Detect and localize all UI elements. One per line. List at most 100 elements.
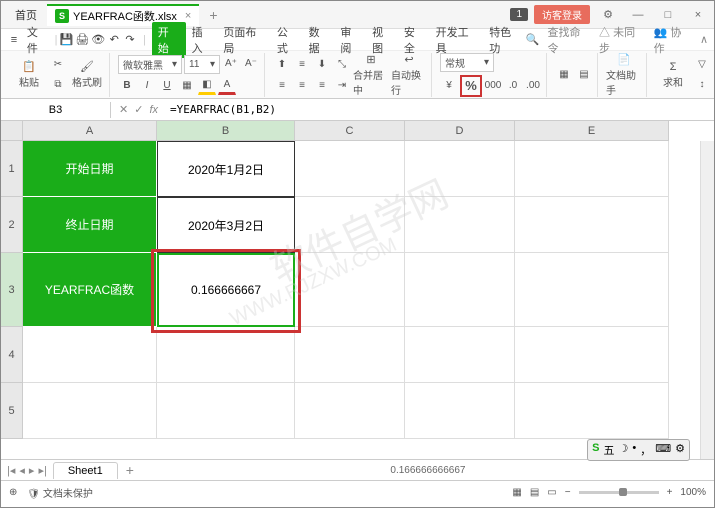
col-header-b[interactable]: B — [157, 121, 295, 141]
font-color-icon[interactable]: A — [218, 77, 236, 95]
protect-status[interactable]: 🛡 文档未保护 — [27, 485, 92, 500]
undo-icon[interactable]: ↶ — [107, 33, 121, 47]
formula-input[interactable]: =YEARFRAC(B1,B2) — [166, 101, 714, 118]
cell-a1[interactable]: 开始日期 — [23, 141, 157, 197]
row-header-1[interactable]: 1 — [1, 141, 23, 197]
cell-d5[interactable] — [405, 383, 515, 439]
view-normal-icon[interactable]: ▦ — [512, 487, 521, 498]
prev-sheet-icon[interactable]: ◂ — [19, 464, 25, 477]
paste-button[interactable]: 📋 粘贴 — [11, 60, 47, 89]
cell-c4[interactable] — [295, 327, 405, 383]
align-bottom-icon[interactable]: ⬇ — [313, 55, 331, 73]
cell-a2[interactable]: 终止日期 — [23, 197, 157, 253]
cell-d4[interactable] — [405, 327, 515, 383]
align-left-icon[interactable]: ≡ — [273, 76, 291, 94]
cell-e4[interactable] — [515, 327, 669, 383]
view-layout-icon[interactable]: ▤ — [530, 487, 539, 498]
currency-icon[interactable]: ¥ — [440, 77, 458, 95]
last-sheet-icon[interactable]: ▸| — [38, 464, 46, 477]
format-painter-button[interactable]: 🖌 格式刷 — [69, 60, 105, 89]
col-header-e[interactable]: E — [515, 121, 669, 141]
cell-d2[interactable] — [405, 197, 515, 253]
col-header-c[interactable]: C — [295, 121, 405, 141]
zoom-out-icon[interactable]: − — [565, 487, 571, 498]
filter-icon[interactable]: ▽ — [693, 56, 711, 74]
cell-e2[interactable] — [515, 197, 669, 253]
align-right-icon[interactable]: ≡ — [313, 76, 331, 94]
italic-icon[interactable]: I — [138, 77, 156, 95]
doc-helper-button[interactable]: 📄 文档助手 — [606, 53, 642, 97]
settings-icon[interactable]: ⚙ — [596, 8, 620, 21]
table-style-icon[interactable]: ▤ — [575, 66, 593, 84]
wrap-button[interactable]: ↩ 自动换行 — [391, 53, 427, 97]
font-select[interactable]: 微软雅黑▾ — [118, 55, 182, 74]
ime-widget[interactable]: S 五 ☽ • ， ⌨ ⚙ — [587, 439, 690, 461]
cell-b5[interactable] — [157, 383, 295, 439]
number-format-select[interactable]: 常规▾ — [440, 53, 494, 72]
cell-b1[interactable]: 2020年1月2日 — [157, 141, 295, 197]
cell-a4[interactable] — [23, 327, 157, 383]
search-label[interactable]: 查找命令 — [547, 24, 591, 56]
copy-icon[interactable]: ⧉ — [49, 76, 67, 94]
indent-icon[interactable]: ⇥ — [333, 76, 351, 94]
sort-icon[interactable]: ↕ — [693, 76, 711, 94]
print-icon[interactable]: 🖨 — [75, 33, 89, 47]
next-sheet-icon[interactable]: ▸ — [29, 464, 35, 477]
size-select[interactable]: 11▾ — [184, 55, 220, 74]
increase-decimal-icon[interactable]: .00 — [524, 77, 542, 95]
options-icon[interactable]: ⊕ — [9, 487, 17, 498]
ime-settings-icon[interactable]: ⚙ — [675, 442, 685, 458]
fx-icon[interactable]: fx — [149, 104, 158, 116]
cell-e5[interactable] — [515, 383, 669, 439]
ime-keyboard-icon[interactable]: ⌨ — [655, 442, 671, 458]
cell-a5[interactable] — [23, 383, 157, 439]
cell-d1[interactable] — [405, 141, 515, 197]
ime-moon-icon[interactable]: ☽ — [619, 442, 629, 458]
col-header-a[interactable]: A — [23, 121, 157, 141]
align-middle-icon[interactable]: ≡ — [293, 55, 311, 73]
select-all-corner[interactable] — [1, 121, 23, 141]
name-box[interactable]: B3 — [1, 102, 111, 118]
collab-label[interactable]: 👥 协作 — [654, 24, 692, 56]
align-center-icon[interactable]: ≡ — [293, 76, 311, 94]
increase-font-icon[interactable]: A⁺ — [222, 55, 240, 73]
redo-icon[interactable]: ↷ — [123, 33, 137, 47]
row-header-4[interactable]: 4 — [1, 327, 23, 383]
close-button[interactable]: × — [686, 9, 710, 21]
cut-icon[interactable]: ✂ — [49, 56, 67, 74]
save-icon[interactable]: 💾 — [59, 33, 73, 47]
orientation-icon[interactable]: ⤡ — [333, 55, 351, 73]
close-tab-icon[interactable]: × — [185, 10, 191, 22]
align-top-icon[interactable]: ⬆ — [273, 55, 291, 73]
cell-b4[interactable] — [157, 327, 295, 383]
bold-icon[interactable]: B — [118, 77, 136, 95]
minimize-button[interactable]: — — [626, 9, 650, 21]
cell-c3[interactable] — [295, 253, 405, 327]
cancel-formula-icon[interactable]: ✕ — [119, 103, 128, 116]
confirm-formula-icon[interactable]: ✓ — [134, 103, 143, 116]
first-sheet-icon[interactable]: |◂ — [7, 464, 15, 477]
fill-color-icon[interactable]: ◧ — [198, 77, 216, 95]
decrease-decimal-icon[interactable]: .0 — [504, 77, 522, 95]
underline-icon[interactable]: U — [158, 77, 176, 95]
vertical-scrollbar[interactable] — [700, 141, 714, 459]
percent-button[interactable]: % — [460, 75, 482, 97]
zoom-in-icon[interactable]: + — [667, 487, 673, 498]
ime-comma-icon[interactable]: ， — [640, 442, 651, 458]
zoom-value[interactable]: 100% — [680, 487, 706, 498]
cell-d3[interactable] — [405, 253, 515, 327]
decrease-font-icon[interactable]: A⁻ — [242, 55, 260, 73]
cell-c5[interactable] — [295, 383, 405, 439]
collapse-ribbon-icon[interactable]: ∧ — [700, 33, 708, 46]
cell-e3[interactable] — [515, 253, 669, 327]
menu-icon[interactable]: ≡ — [7, 33, 21, 47]
sheet-tab-1[interactable]: Sheet1 — [53, 462, 118, 479]
cell-b2[interactable]: 2020年3月2日 — [157, 197, 295, 253]
row-header-5[interactable]: 5 — [1, 383, 23, 439]
cell-c2[interactable] — [295, 197, 405, 253]
col-header-d[interactable]: D — [405, 121, 515, 141]
ime-dot-icon[interactable]: • — [632, 442, 636, 458]
guest-login-button[interactable]: 访客登录 — [534, 5, 590, 24]
view-reading-icon[interactable]: ▭ — [547, 487, 556, 498]
border-icon[interactable]: ▦ — [178, 77, 196, 95]
